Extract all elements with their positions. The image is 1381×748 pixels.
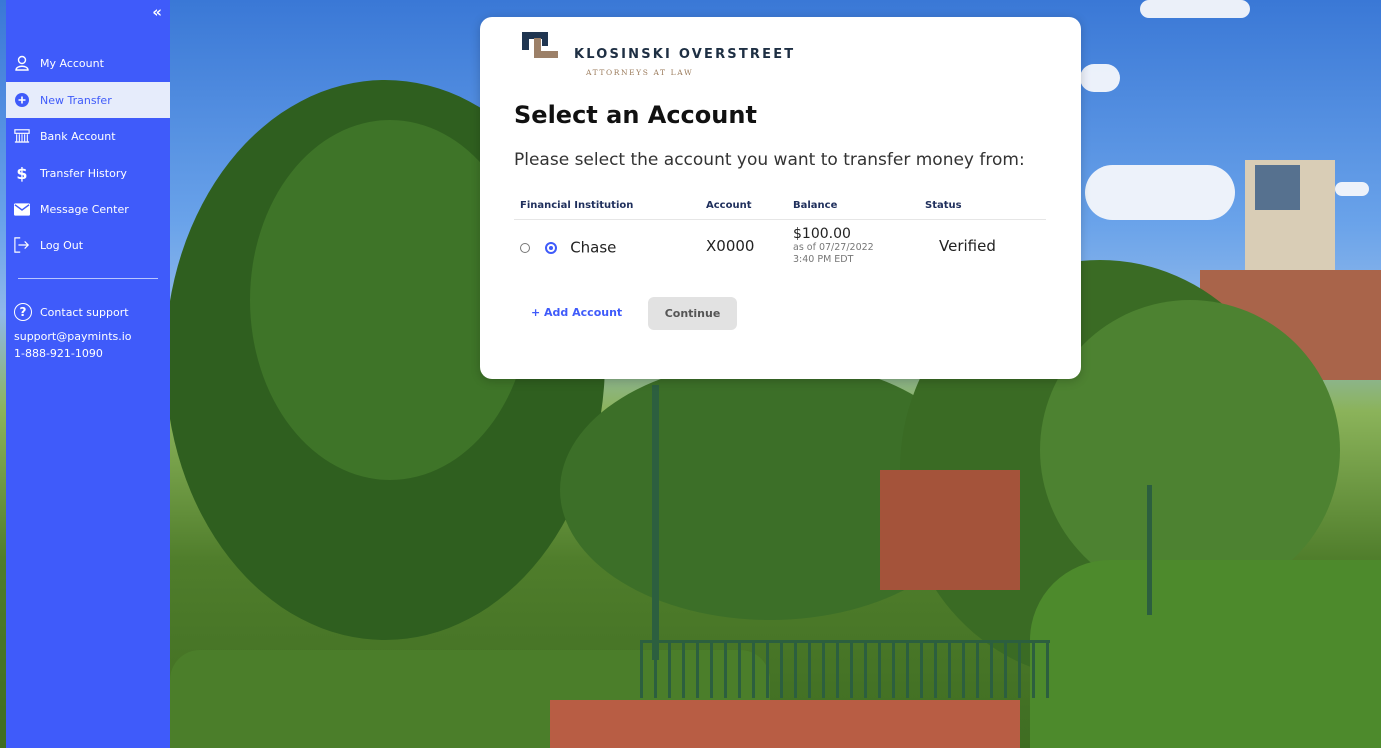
- sidebar-item-label: Bank Account: [40, 129, 116, 143]
- bank-icon: [14, 128, 30, 144]
- table-row[interactable]: Chase X0000 $100.00 as of 07/27/2022 3:4…: [514, 220, 1046, 273]
- hedge: [1030, 560, 1381, 748]
- collapse-sidebar-button[interactable]: «: [152, 4, 162, 20]
- contact-support-label: Contact support: [40, 305, 129, 319]
- brand-subtitle: ATTORNEYS AT LAW: [586, 68, 694, 77]
- sidebar: « My Account New Transfer Bank Account $…: [6, 0, 170, 748]
- sidebar-item-message-center[interactable]: Message Center: [6, 191, 170, 227]
- sidebar-item-log-out[interactable]: Log Out: [6, 227, 170, 263]
- brick-building: [880, 470, 1020, 590]
- sidebar-item-label: My Account: [40, 56, 104, 70]
- column-header-institution: Financial Institution: [514, 200, 676, 220]
- balance-time: 3:40 PM EDT: [793, 254, 854, 265]
- support-phone[interactable]: 1-888-921-1090: [14, 347, 132, 360]
- user-icon: [14, 55, 30, 71]
- sidebar-item-label: Transfer History: [40, 166, 127, 180]
- support-email[interactable]: support@paymints.io: [14, 330, 132, 343]
- row-radio-unselected[interactable]: [520, 242, 530, 253]
- sidebar-item-label: Log Out: [40, 238, 84, 252]
- cloud: [1080, 64, 1120, 92]
- accounts-table: Financial Institution Account Balance St…: [514, 200, 1046, 272]
- iron-fence: [640, 640, 1050, 698]
- institution-name: Chase: [570, 238, 617, 257]
- firm-logo: KLOSINSKI OVERSTREET ATTORNEYS AT LAW: [522, 32, 852, 77]
- column-header-account: Account: [676, 200, 787, 220]
- brick-path: [550, 700, 1020, 748]
- balance-amount: $100.00: [793, 226, 851, 242]
- sidebar-item-label: Message Center: [40, 202, 129, 216]
- firm-logo-icon: [522, 32, 558, 58]
- cloud: [1140, 0, 1250, 18]
- sidebar-item-transfer-history[interactable]: $ Transfer History: [6, 155, 170, 191]
- balance-cell: $100.00 as of 07/27/2022 3:40 PM EDT: [787, 220, 919, 273]
- sidebar-item-new-transfer[interactable]: New Transfer: [6, 82, 170, 118]
- account-radio-selected[interactable]: [545, 241, 558, 254]
- sidebar-divider: [18, 278, 158, 279]
- status-cell: Verified: [939, 237, 996, 255]
- sidebar-item-bank-account[interactable]: Bank Account: [6, 118, 170, 154]
- institution-cell: Chase: [514, 220, 676, 273]
- contact-support-section: ? Contact support support@paymints.io 1-…: [14, 302, 132, 360]
- column-header-balance: Balance: [787, 200, 919, 220]
- logout-icon: [14, 237, 30, 253]
- envelope-icon: [14, 201, 30, 217]
- sidebar-item-my-account[interactable]: My Account: [6, 45, 170, 81]
- question-circle-icon: ?: [14, 303, 32, 321]
- lamp-post: [1147, 485, 1152, 615]
- tree: [1040, 300, 1340, 600]
- lamp-post: [652, 385, 659, 660]
- dollar-icon: $: [16, 163, 28, 183]
- table-header-row: Financial Institution Account Balance St…: [514, 200, 1046, 220]
- page-title: Select an Account: [514, 101, 757, 129]
- continue-button[interactable]: Continue: [648, 297, 737, 330]
- contact-support-link[interactable]: ? Contact support: [14, 302, 132, 322]
- account-number: X0000: [706, 237, 755, 255]
- sidebar-item-label: New Transfer: [40, 93, 112, 107]
- brand-name: KLOSINSKI OVERSTREET: [574, 47, 796, 62]
- page-subtitle: Please select the account you want to tr…: [514, 150, 1025, 170]
- add-account-button[interactable]: + Add Account: [531, 306, 622, 319]
- balance-date: as of 07/27/2022: [793, 242, 874, 253]
- cloud: [1085, 165, 1235, 220]
- select-account-card: KLOSINSKI OVERSTREET ATTORNEYS AT LAW Se…: [480, 17, 1081, 379]
- plus-circle-icon: [14, 92, 30, 108]
- column-header-status: Status: [919, 200, 1046, 220]
- tower-windows: [1255, 165, 1300, 210]
- cloud: [1335, 182, 1369, 196]
